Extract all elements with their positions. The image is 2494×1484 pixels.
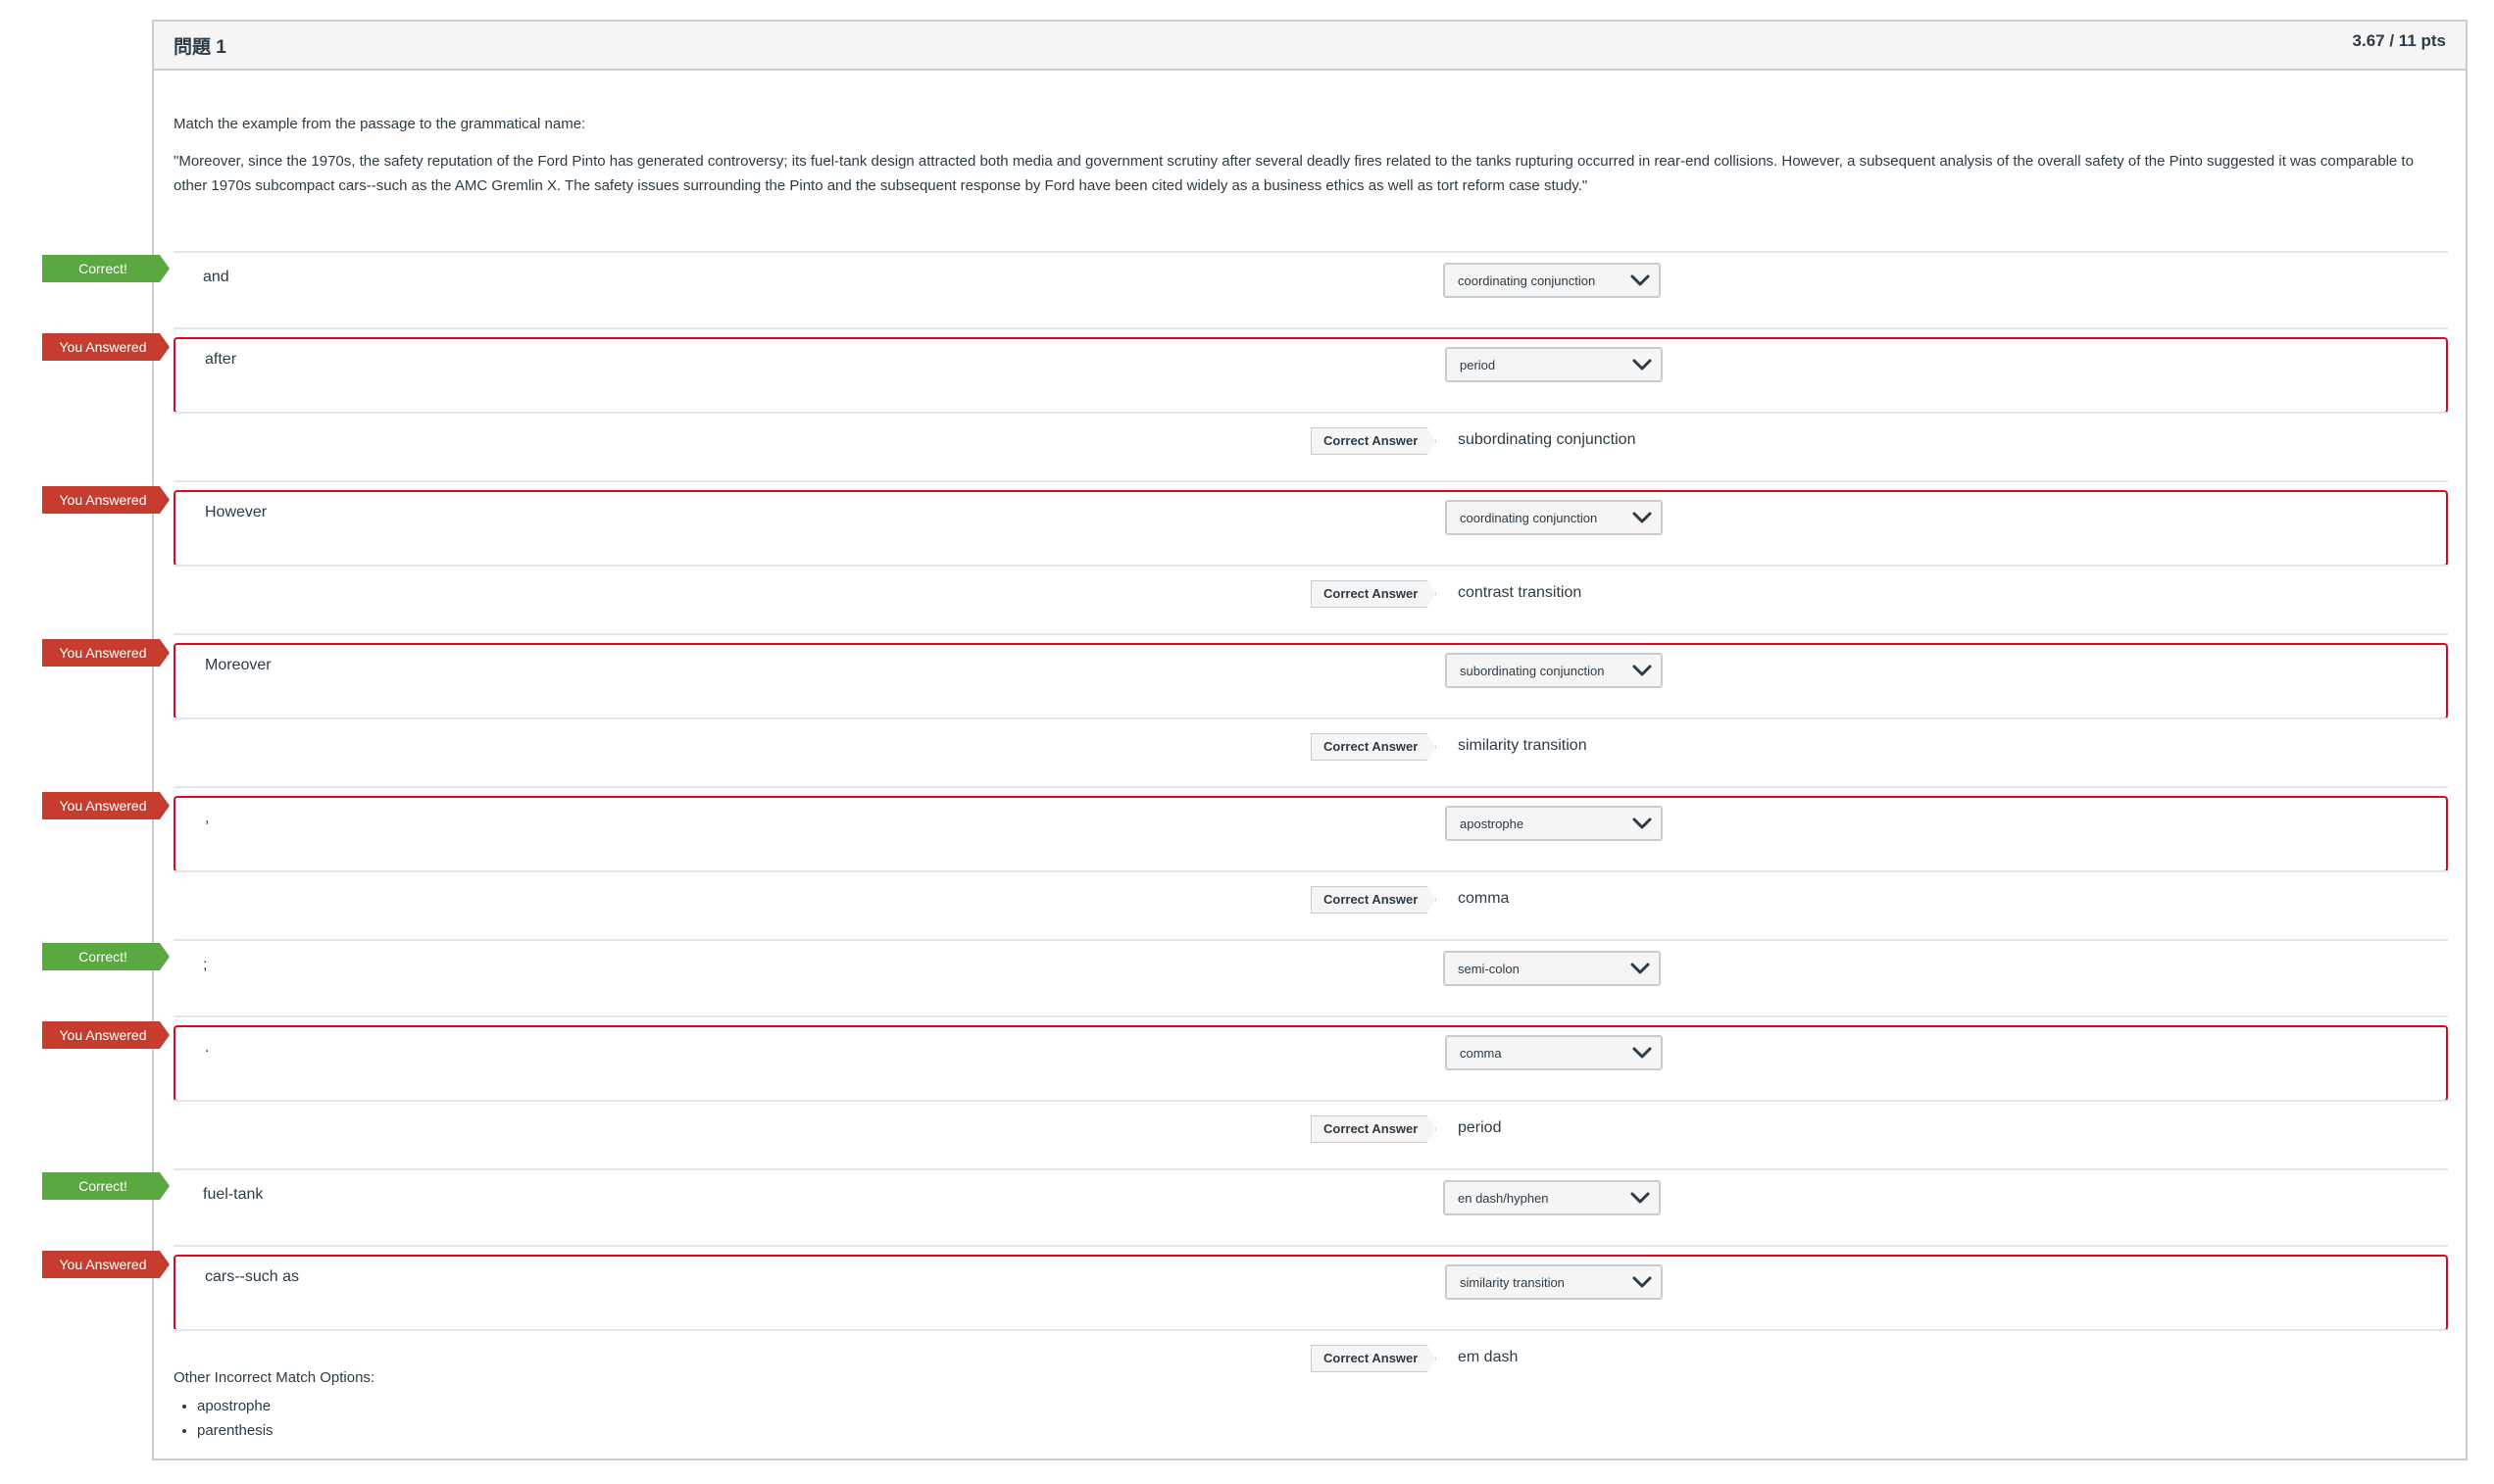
question-header: 問題 1 3.67 / 11 pts: [154, 22, 2466, 71]
correct-answer-row: Correct Answer period: [174, 1104, 2448, 1153]
answer-term: Moreover: [205, 657, 272, 673]
answer-row: ; semi-colon: [174, 941, 2448, 1008]
answer-row: Moreover subordinating conjunction: [174, 643, 2448, 719]
answer-term: ,: [205, 810, 210, 826]
question-points: 3.67 / 11 pts: [2352, 31, 2446, 50]
row-divider: [174, 1329, 2448, 1331]
correct-answer-text: contrast transition: [1458, 584, 1582, 601]
answer-select[interactable]: semi-colon: [1443, 951, 1661, 986]
answer-select-value: apostrophe: [1460, 816, 1524, 831]
answer-select-value: comma: [1460, 1045, 1502, 1061]
answer-term: ;: [203, 957, 208, 973]
chevron-down-icon: [1632, 817, 1652, 829]
answer-select[interactable]: apostrophe: [1445, 806, 1663, 841]
chevron-down-icon: [1632, 512, 1652, 523]
answer-select[interactable]: comma: [1445, 1035, 1663, 1070]
answer-row: fuel-tank en dash/hyphen: [174, 1170, 2448, 1237]
other-options: Other Incorrect Match Options: apostroph…: [174, 1369, 374, 1443]
row-divider: [174, 1100, 2448, 1102]
you-answered-badge: You Answered: [42, 333, 170, 361]
correct-badge: Correct!: [42, 1172, 170, 1200]
answer-row: after period: [174, 337, 2448, 414]
you-answered-badge: You Answered: [42, 792, 170, 819]
answer-term: after: [205, 351, 237, 368]
correct-answer-text: period: [1458, 1119, 1502, 1136]
answer-select[interactable]: subordinating conjunction: [1445, 653, 1663, 688]
correct-answer-text: subordinating conjunction: [1458, 431, 1636, 448]
page: 問題 1 3.67 / 11 pts Match the example fro…: [0, 0, 2494, 1484]
row-divider: [174, 717, 2448, 719]
chevron-down-icon: [1632, 665, 1652, 676]
correct-answer-row: Correct Answer subordinating conjunction: [174, 416, 2448, 465]
answer-select[interactable]: coordinating conjunction: [1445, 500, 1663, 535]
row-divider: [174, 1015, 2448, 1017]
correct-answer-tag: Correct Answer: [1311, 886, 1436, 914]
row-divider: [174, 870, 2448, 872]
answer-select-value: coordinating conjunction: [1460, 510, 1598, 525]
answer-row: and coordinating conjunction: [174, 253, 2448, 320]
chevron-down-icon: [1630, 274, 1650, 286]
row-divider: [174, 633, 2448, 635]
question-card: 問題 1 3.67 / 11 pts Match the example fro…: [152, 20, 2468, 1460]
answer-term: and: [203, 269, 229, 285]
you-answered-badge: You Answered: [42, 486, 170, 514]
question-passage: "Moreover, since the 1970s, the safety r…: [174, 153, 2414, 194]
question-title: 問題 1: [174, 36, 226, 58]
answer-select[interactable]: period: [1445, 347, 1663, 382]
correct-answer-tag: Correct Answer: [1311, 1345, 1436, 1372]
correct-answer-tag: Correct Answer: [1311, 1115, 1436, 1143]
row-divider: [174, 565, 2448, 567]
answer-row: cars--such as similarity transition: [174, 1255, 2448, 1331]
answer-select-value: semi-colon: [1458, 961, 1520, 976]
correct-answer-text: similarity transition: [1458, 737, 1587, 754]
you-answered-badge: You Answered: [42, 1021, 170, 1049]
chevron-down-icon: [1632, 1276, 1652, 1288]
answer-select[interactable]: similarity transition: [1445, 1264, 1663, 1300]
row-divider: [174, 327, 2448, 329]
answer-term: fuel-tank: [203, 1186, 264, 1203]
correct-answer-row: Correct Answer em dash: [174, 1333, 2448, 1382]
chevron-down-icon: [1630, 963, 1650, 974]
answer-row: , apostrophe: [174, 796, 2448, 872]
answer-select-value: similarity transition: [1460, 1274, 1565, 1290]
other-option-item: apostrophe: [197, 1394, 374, 1418]
answer-select-value: period: [1460, 357, 1496, 372]
correct-answer-tag: Correct Answer: [1311, 427, 1436, 455]
row-divider: [174, 1245, 2448, 1247]
question-prompt: Match the example from the passage to th…: [174, 116, 586, 132]
chevron-down-icon: [1632, 359, 1652, 371]
other-options-title: Other Incorrect Match Options:: [174, 1369, 375, 1386]
answer-select-value: subordinating conjunction: [1460, 663, 1605, 678]
you-answered-badge: You Answered: [42, 1251, 170, 1278]
chevron-down-icon: [1630, 1192, 1650, 1204]
correct-answer-row: Correct Answer contrast transition: [174, 569, 2448, 618]
row-divider: [174, 786, 2448, 788]
answer-term: However: [205, 504, 268, 520]
answer-row: However coordinating conjunction: [174, 490, 2448, 567]
answer-select-value: coordinating conjunction: [1458, 272, 1596, 288]
answer-row: . comma: [174, 1025, 2448, 1102]
correct-answer-tag: Correct Answer: [1311, 580, 1436, 608]
answer-select[interactable]: en dash/hyphen: [1443, 1180, 1661, 1215]
answer-term: .: [205, 1039, 210, 1056]
correct-answer-row: Correct Answer comma: [174, 874, 2448, 923]
you-answered-badge: You Answered: [42, 639, 170, 667]
row-divider: [174, 412, 2448, 414]
answer-select-value: en dash/hyphen: [1458, 1190, 1549, 1206]
chevron-down-icon: [1632, 1047, 1652, 1059]
correct-answer-text: em dash: [1458, 1349, 1519, 1365]
correct-answer-row: Correct Answer similarity transition: [174, 721, 2448, 770]
correct-badge: Correct!: [42, 943, 170, 970]
row-divider: [174, 480, 2448, 482]
answer-select[interactable]: coordinating conjunction: [1443, 263, 1661, 298]
correct-badge: Correct!: [42, 255, 170, 282]
correct-answer-tag: Correct Answer: [1311, 733, 1436, 761]
answer-term: cars--such as: [205, 1268, 300, 1285]
other-option-item: parenthesis: [197, 1418, 374, 1443]
other-options-list: apostropheparenthesis: [174, 1394, 374, 1443]
correct-answer-text: comma: [1458, 890, 1510, 907]
